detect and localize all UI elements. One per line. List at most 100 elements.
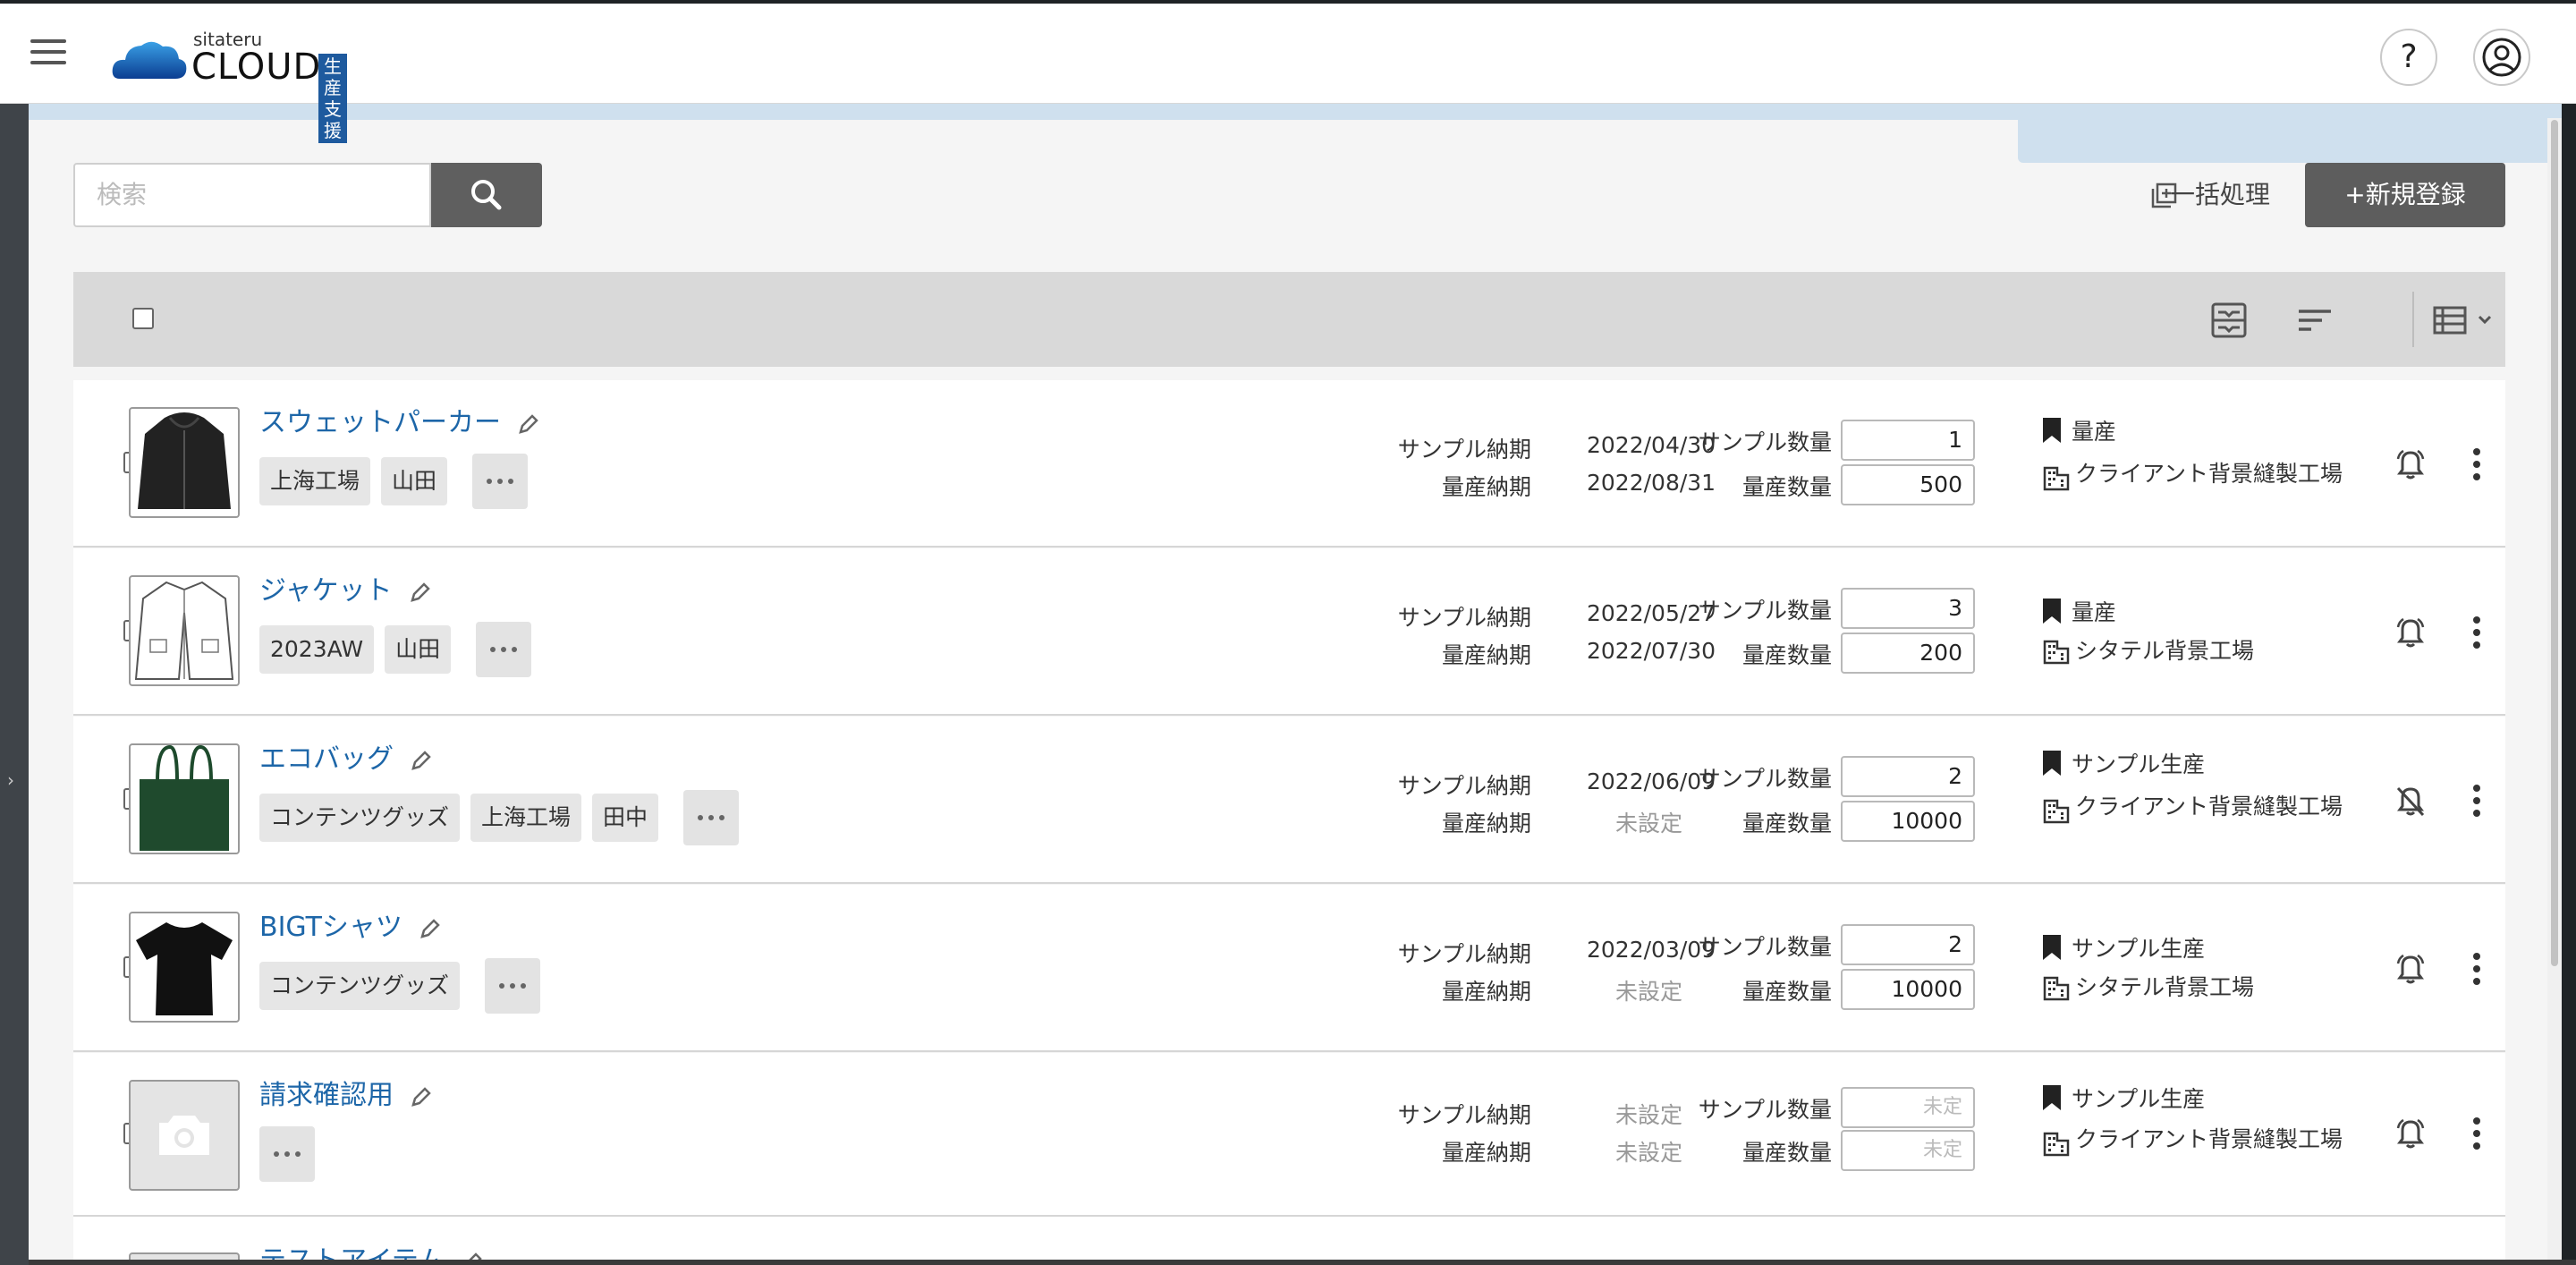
item-name-link[interactable]: スウェットパーカー <box>259 400 540 439</box>
more-actions-icon[interactable] <box>2471 785 2482 817</box>
logo-badge: 生産支援 <box>318 54 347 143</box>
jacket-image <box>134 581 234 680</box>
more-actions-icon[interactable] <box>2471 448 2482 480</box>
tag[interactable]: コンテンツグッズ <box>259 962 461 1010</box>
item-thumbnail[interactable] <box>129 575 240 686</box>
item-name-link[interactable]: エコバッグ <box>259 736 433 776</box>
sample-qty-label: サンプル数量 <box>1698 766 1832 792</box>
sample-due-label: サンプル納期 <box>1397 437 1531 463</box>
expand-sidebar-icon[interactable]: › <box>7 769 14 791</box>
factory-icon <box>2043 1132 2070 1157</box>
new-register-button[interactable]: +新規登録 <box>2305 163 2505 227</box>
more-tags-button[interactable] <box>485 958 541 1014</box>
tag[interactable]: 山田 <box>381 457 448 505</box>
edit-icon[interactable] <box>410 749 433 772</box>
search-icon <box>471 180 502 210</box>
mass-qty-input[interactable]: 200 <box>1841 632 1975 674</box>
tag-list: 2023AW 山田 <box>259 622 532 677</box>
sample-qty-input[interactable]: 2 <box>1841 924 1975 965</box>
sample-qty-label: サンプル数量 <box>1698 1097 1832 1123</box>
account-button[interactable] <box>2473 29 2530 86</box>
status-text: 量産 <box>2072 419 2117 445</box>
sample-due-label: サンプル納期 <box>1397 605 1531 631</box>
item-name-link[interactable]: ジャケット <box>259 568 432 607</box>
item-thumbnail[interactable] <box>129 912 240 1023</box>
item-thumbnail[interactable] <box>129 743 240 854</box>
tag[interactable]: 上海工場 <box>259 457 371 505</box>
tag[interactable]: 山田 <box>385 625 452 674</box>
list-item[interactable]: BIGTシャツ コンテンツグッズ サンプル納期 量産納期 2022/03/09 … <box>73 885 2505 1052</box>
mass-qty-input[interactable]: 10000 <box>1841 969 1975 1010</box>
tag-list: 上海工場 山田 <box>259 454 529 509</box>
edit-icon[interactable] <box>419 917 442 940</box>
item-name: 請求確認用 <box>259 1080 394 1111</box>
list-item[interactable]: テストアイテム <box>73 1217 2505 1261</box>
mass-qty-input[interactable]: 500 <box>1841 464 1975 505</box>
mass-qty-input[interactable]: 10000 <box>1841 801 1975 842</box>
more-actions-icon[interactable] <box>2471 616 2482 649</box>
list-item[interactable]: 請求確認用 サンプル納期 量産納期 未設定 未設定 サンプル数量 量産数量 未定… <box>73 1053 2505 1217</box>
item-thumbnail[interactable] <box>129 1080 240 1191</box>
archive-filter-icon[interactable] <box>2209 301 2249 340</box>
notification-icon[interactable] <box>2394 953 2428 987</box>
list-toolbar <box>73 272 2505 367</box>
bookmark-icon <box>2043 935 2061 960</box>
menu-icon[interactable] <box>30 39 66 66</box>
select-all-checkbox[interactable] <box>132 308 154 329</box>
side-rail: › <box>0 104 29 1265</box>
edit-icon[interactable] <box>410 1085 433 1108</box>
scrollbar-thumb[interactable] <box>2551 120 2558 966</box>
tag[interactable]: 上海工場 <box>470 794 582 842</box>
list-item[interactable]: エコバッグ コンテンツグッズ 上海工場 田中 サンプル納期 量産納期 2022/… <box>73 717 2505 884</box>
notification-icon[interactable] <box>2394 1117 2428 1151</box>
more-tags-button[interactable] <box>476 622 532 677</box>
notification-off-icon[interactable] <box>2394 785 2428 819</box>
sample-qty-input[interactable]: 未定 <box>1841 1087 1975 1128</box>
item-name-link[interactable]: テストアイテム <box>259 1238 484 1261</box>
more-tags-button[interactable] <box>259 1126 315 1182</box>
tag[interactable]: 2023AW <box>259 625 375 674</box>
list-item[interactable]: スウェットパーカー 上海工場 山田 サンプル納期 量産納期 2022/04/30… <box>73 380 2505 548</box>
list-item[interactable]: ジャケット 2023AW 山田 サンプル納期 量産納期 2022/05/27 2… <box>73 548 2505 716</box>
factory-icon <box>2043 466 2070 491</box>
more-actions-icon[interactable] <box>2471 953 2482 985</box>
edit-icon[interactable] <box>517 412 540 436</box>
item-name-link[interactable]: BIGTシャツ <box>259 904 442 944</box>
status-badge: サンプル生産 <box>2041 1082 2205 1114</box>
sample-due-value: 未設定 <box>1615 1102 1683 1128</box>
bookmark-icon <box>2043 418 2061 443</box>
mass-qty-input[interactable]: 未定 <box>1841 1130 1975 1171</box>
app-header: sitateru CLOUD 生産支援 ? <box>0 4 2576 143</box>
vertical-scrollbar[interactable] <box>2547 118 2562 1261</box>
notification-icon[interactable] <box>2394 616 2428 650</box>
toolbar-divider <box>2412 292 2414 347</box>
more-actions-icon[interactable] <box>2471 1117 2482 1150</box>
status-badge: 量産 <box>2041 414 2116 446</box>
mass-due-label: 量産納期 <box>1441 474 1531 500</box>
tag[interactable]: 田中 <box>592 794 659 842</box>
tag-list: コンテンツグッズ 上海工場 田中 <box>259 790 740 845</box>
help-button[interactable]: ? <box>2380 29 2437 86</box>
tag-list <box>259 1126 315 1182</box>
more-tags-button[interactable] <box>683 790 740 845</box>
bulk-action-label: 一括処理 <box>2170 180 2271 209</box>
mass-due-label: 量産納期 <box>1441 642 1531 668</box>
item-thumbnail[interactable] <box>129 407 240 518</box>
sample-qty-input[interactable]: 2 <box>1841 756 1975 797</box>
notification-icon[interactable] <box>2394 448 2428 482</box>
mass-due-label: 量産納期 <box>1441 979 1531 1005</box>
item-name-link[interactable]: 請求確認用 <box>259 1073 433 1112</box>
more-tags-button[interactable] <box>472 454 529 509</box>
mass-due-value: 未設定 <box>1615 979 1683 1005</box>
view-list-icon[interactable] <box>2431 301 2503 340</box>
status-text: サンプル生産 <box>2072 751 2206 777</box>
tag[interactable]: コンテンツグッズ <box>259 794 461 842</box>
sample-due-label: サンプル納期 <box>1397 773 1531 799</box>
sort-icon[interactable] <box>2295 301 2334 340</box>
sample-qty-input[interactable]: 3 <box>1841 588 1975 629</box>
search-input[interactable]: 検索 <box>73 163 431 227</box>
edit-icon[interactable] <box>409 581 432 604</box>
bulk-action-button[interactable]: 一括処理 <box>2122 163 2318 227</box>
search-button[interactable] <box>431 163 542 227</box>
sample-qty-input[interactable]: 1 <box>1841 420 1975 461</box>
